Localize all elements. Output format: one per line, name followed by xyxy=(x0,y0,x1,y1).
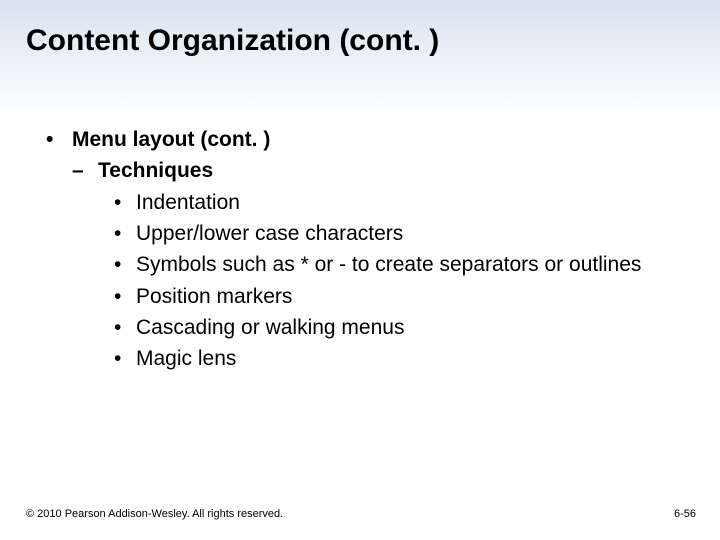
level3-text: Magic lens xyxy=(136,345,680,373)
level3-item: • Symbols such as * or - to create separ… xyxy=(114,251,680,279)
page-number: 6-56 xyxy=(674,508,696,520)
level3-text: Indentation xyxy=(136,189,680,217)
level1-text: Menu layout (cont. ) xyxy=(72,126,270,154)
level2-text: Techniques xyxy=(98,157,213,185)
bullet-dot-icon: • xyxy=(46,126,72,154)
slide-content: • Menu layout (cont. ) – Techniques • In… xyxy=(0,58,720,374)
level3-item: • Upper/lower case characters xyxy=(114,220,680,248)
level3-text: Upper/lower case characters xyxy=(136,220,680,248)
level2-item: – Techniques xyxy=(72,157,680,185)
bullet-dot-icon: • xyxy=(114,345,136,373)
bullet-dot-icon: • xyxy=(114,251,136,279)
bullet-dash-icon: – xyxy=(72,157,98,185)
bullet-dot-icon: • xyxy=(114,220,136,248)
bullet-dot-icon: • xyxy=(114,283,136,311)
bullet-dot-icon: • xyxy=(114,189,136,217)
bullet-dot-icon: • xyxy=(114,314,136,342)
level3-item: • Indentation xyxy=(114,189,680,217)
level3-text: Position markers xyxy=(136,283,680,311)
level3-item: • Cascading or walking menus xyxy=(114,314,680,342)
level3-item: • Position markers xyxy=(114,283,680,311)
level1-item: • Menu layout (cont. ) xyxy=(46,126,680,154)
level3-text: Cascading or walking menus xyxy=(136,314,680,342)
level3-text: Symbols such as * or - to create separat… xyxy=(136,251,680,279)
level3-item: • Magic lens xyxy=(114,345,680,373)
copyright-text: © 2010 Pearson Addison-Wesley. All right… xyxy=(26,508,283,520)
slide-title: Content Organization (cont. ) xyxy=(0,0,720,58)
